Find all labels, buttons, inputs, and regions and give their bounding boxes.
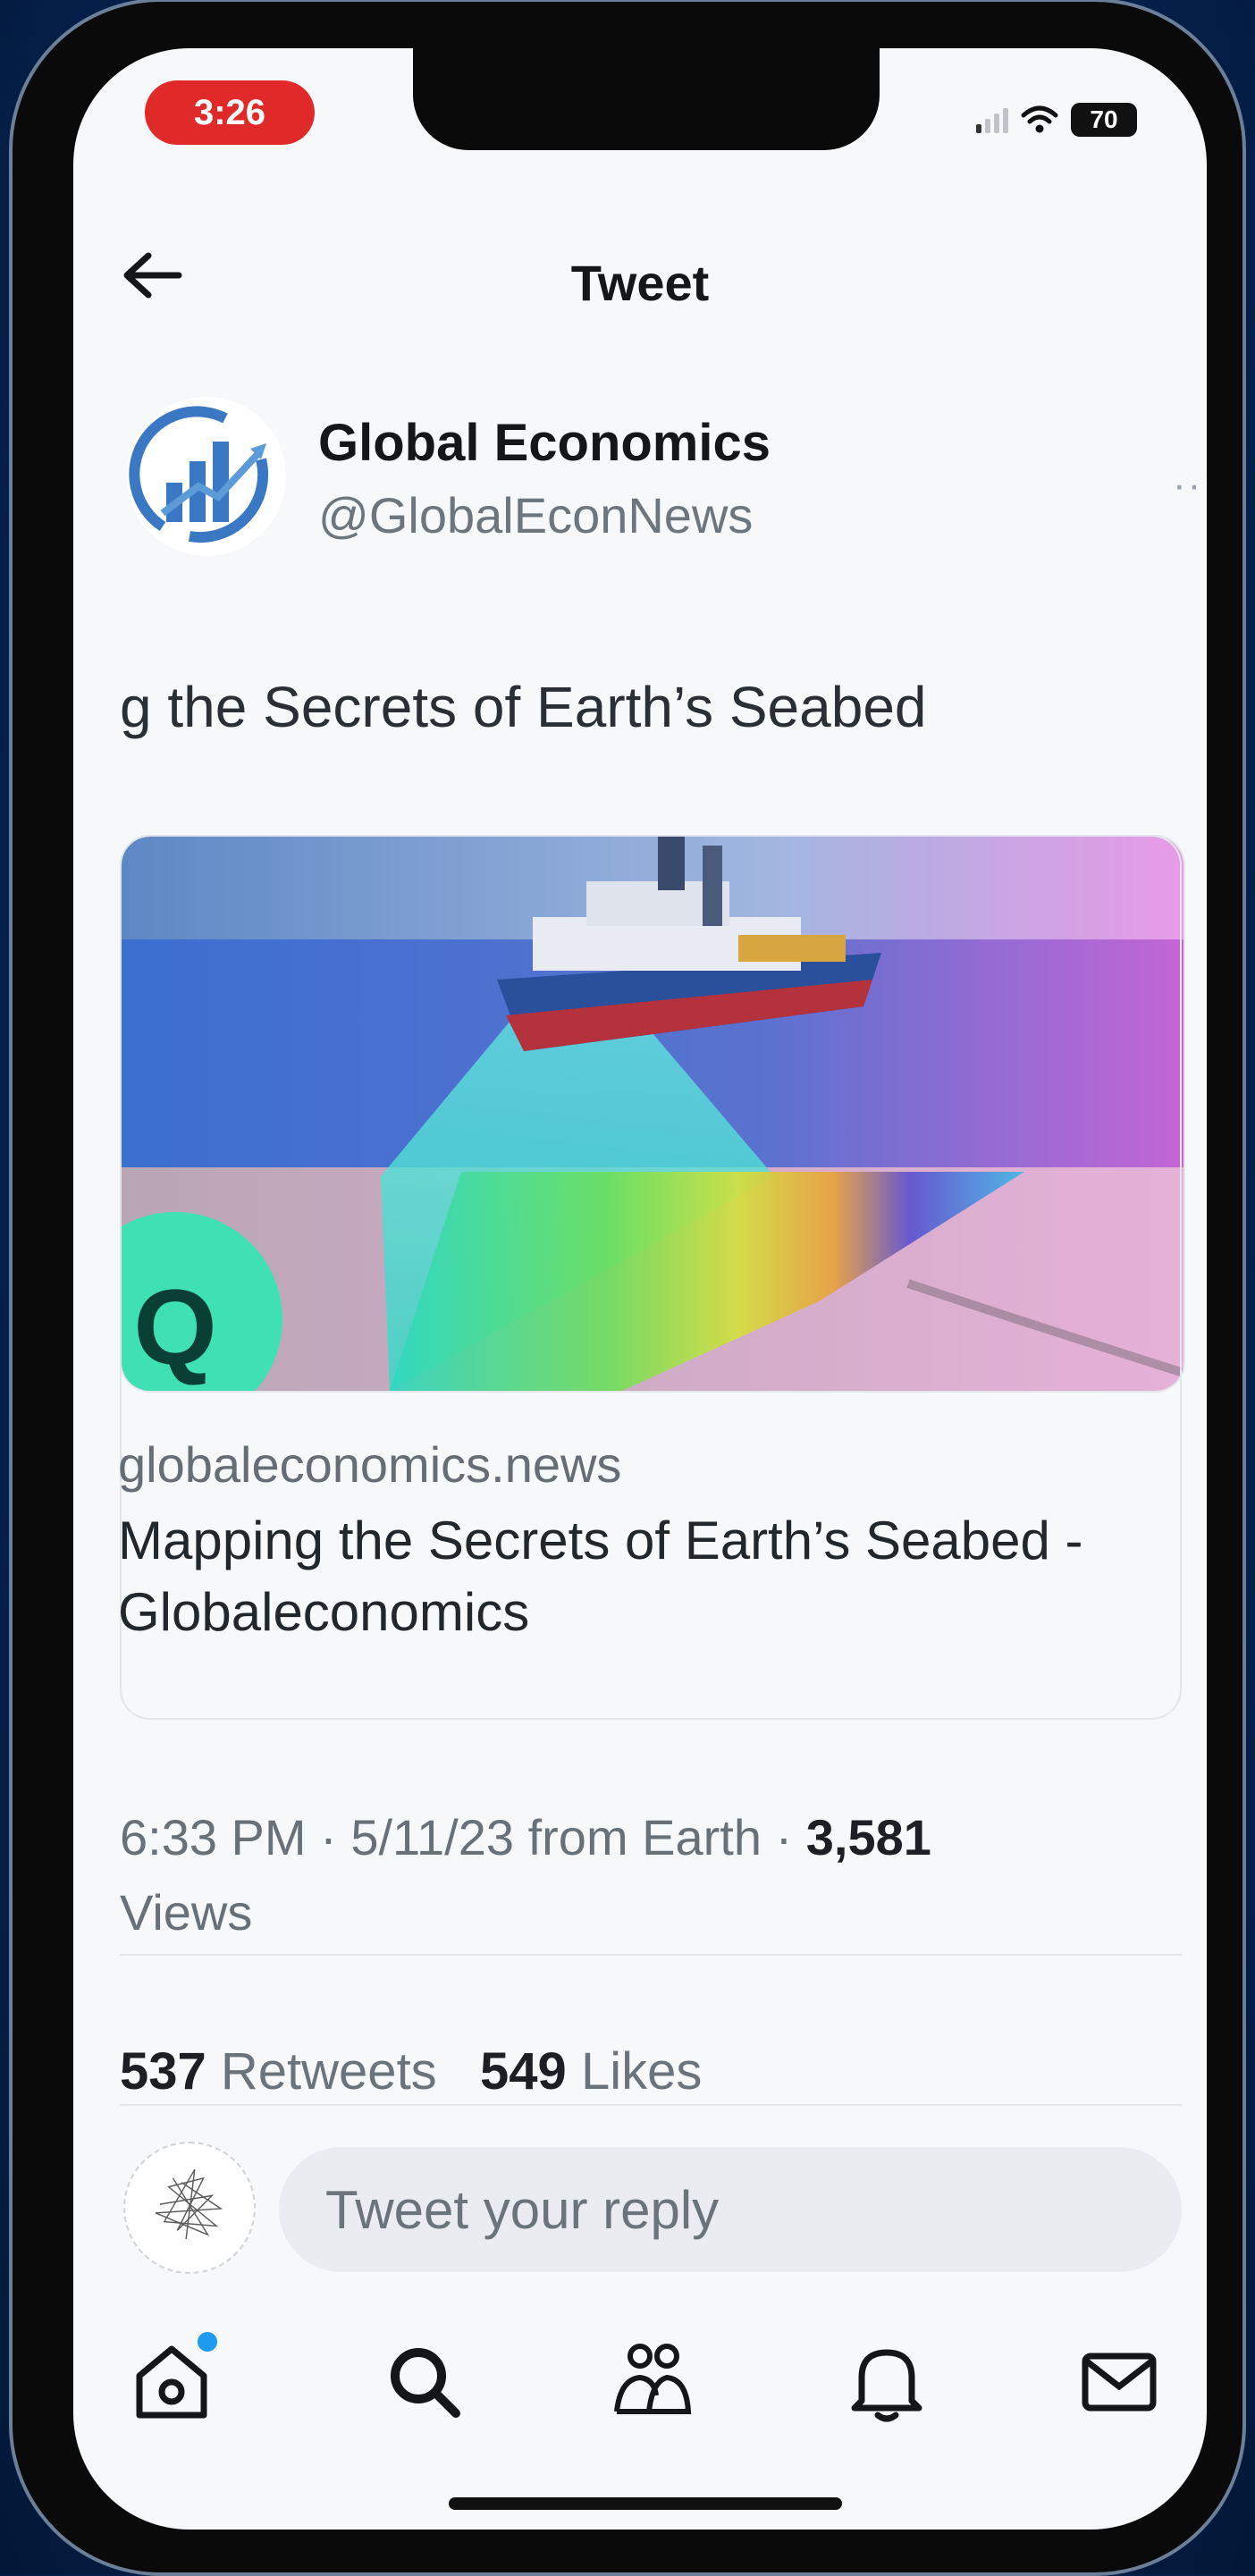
retweets-count[interactable]: 537 <box>120 2042 206 2100</box>
tab-notifications[interactable] <box>842 2336 931 2426</box>
home-indicator <box>449 2497 842 2510</box>
reply-bar <box>73 2106 1207 2274</box>
camera-notch <box>413 48 880 150</box>
card-site[interactable]: globaleconomics.news <box>118 1435 621 1494</box>
wifi-icon <box>1021 105 1058 133</box>
status-time: 3:26 <box>145 80 315 145</box>
author-handle[interactable]: @GlobalEconNews <box>318 486 753 544</box>
tweet-time: 6:33 PM <box>120 1809 307 1865</box>
tab-search[interactable] <box>379 2336 468 2426</box>
tab-communities[interactable] <box>608 2336 697 2426</box>
views-count: 3,581 <box>805 1809 931 1865</box>
search-icon <box>391 2348 460 2418</box>
meta-separator: · <box>775 1809 806 1865</box>
tweet-author: Global Economics @GlobalEconNews ··· <box>127 397 1207 558</box>
tweet-source: from Earth <box>527 1809 762 1865</box>
likes-label[interactable]: Likes <box>581 2042 702 2100</box>
divider <box>120 1954 1182 1956</box>
user-avatar[interactable] <box>123 2142 256 2274</box>
retweets-label[interactable]: Retweets <box>221 2042 437 2100</box>
reply-input[interactable] <box>279 2147 1182 2272</box>
link-card-image[interactable]: Q <box>120 835 1185 1393</box>
more-options-icon[interactable]: ··· <box>1173 463 1207 508</box>
signal-icon <box>976 106 1008 133</box>
global-economics-logo[interactable] <box>127 397 286 556</box>
likes-count[interactable]: 549 <box>480 2042 567 2100</box>
card-badge-letter: Q <box>133 1267 216 1387</box>
views-label: Views <box>120 1884 253 1940</box>
notification-dot <box>195 2329 220 2354</box>
status-icons: 70 <box>976 102 1137 138</box>
phone-frame: 3:26 70 Tweet Global Economics @GlobalEc… <box>9 0 1246 2576</box>
tweet-stats: 537 Retweets 549 Likes <box>120 2041 702 2101</box>
nav-header: Tweet <box>73 227 1207 316</box>
battery-indicator: 70 <box>1071 103 1137 137</box>
author-name[interactable]: Global Economics <box>318 413 771 473</box>
tweet-date: 5/11/23 <box>350 1809 515 1865</box>
tweet-meta: 6:33 PM · 5/11/23 from Earth · 3,581 Vie… <box>120 1800 1148 1950</box>
seabed-mapping-image: Q <box>122 837 1183 1391</box>
tab-bar <box>73 2329 1207 2444</box>
page-title: Tweet <box>570 255 710 311</box>
tweet-text: g the Secrets of Earth’s Seabed <box>120 675 927 739</box>
screen: 3:26 70 Tweet Global Economics @GlobalEc… <box>73 48 1207 2530</box>
communities-icon <box>614 2344 692 2414</box>
notifications-icon <box>851 2349 922 2422</box>
card-title[interactable]: Mapping the Secrets of Earth’s Seabed - … <box>118 1505 1101 1648</box>
tab-messages[interactable] <box>1074 2336 1164 2426</box>
tab-home[interactable] <box>127 2329 220 2426</box>
meta-separator: · <box>320 1809 351 1865</box>
messages-icon <box>1082 2353 1157 2412</box>
